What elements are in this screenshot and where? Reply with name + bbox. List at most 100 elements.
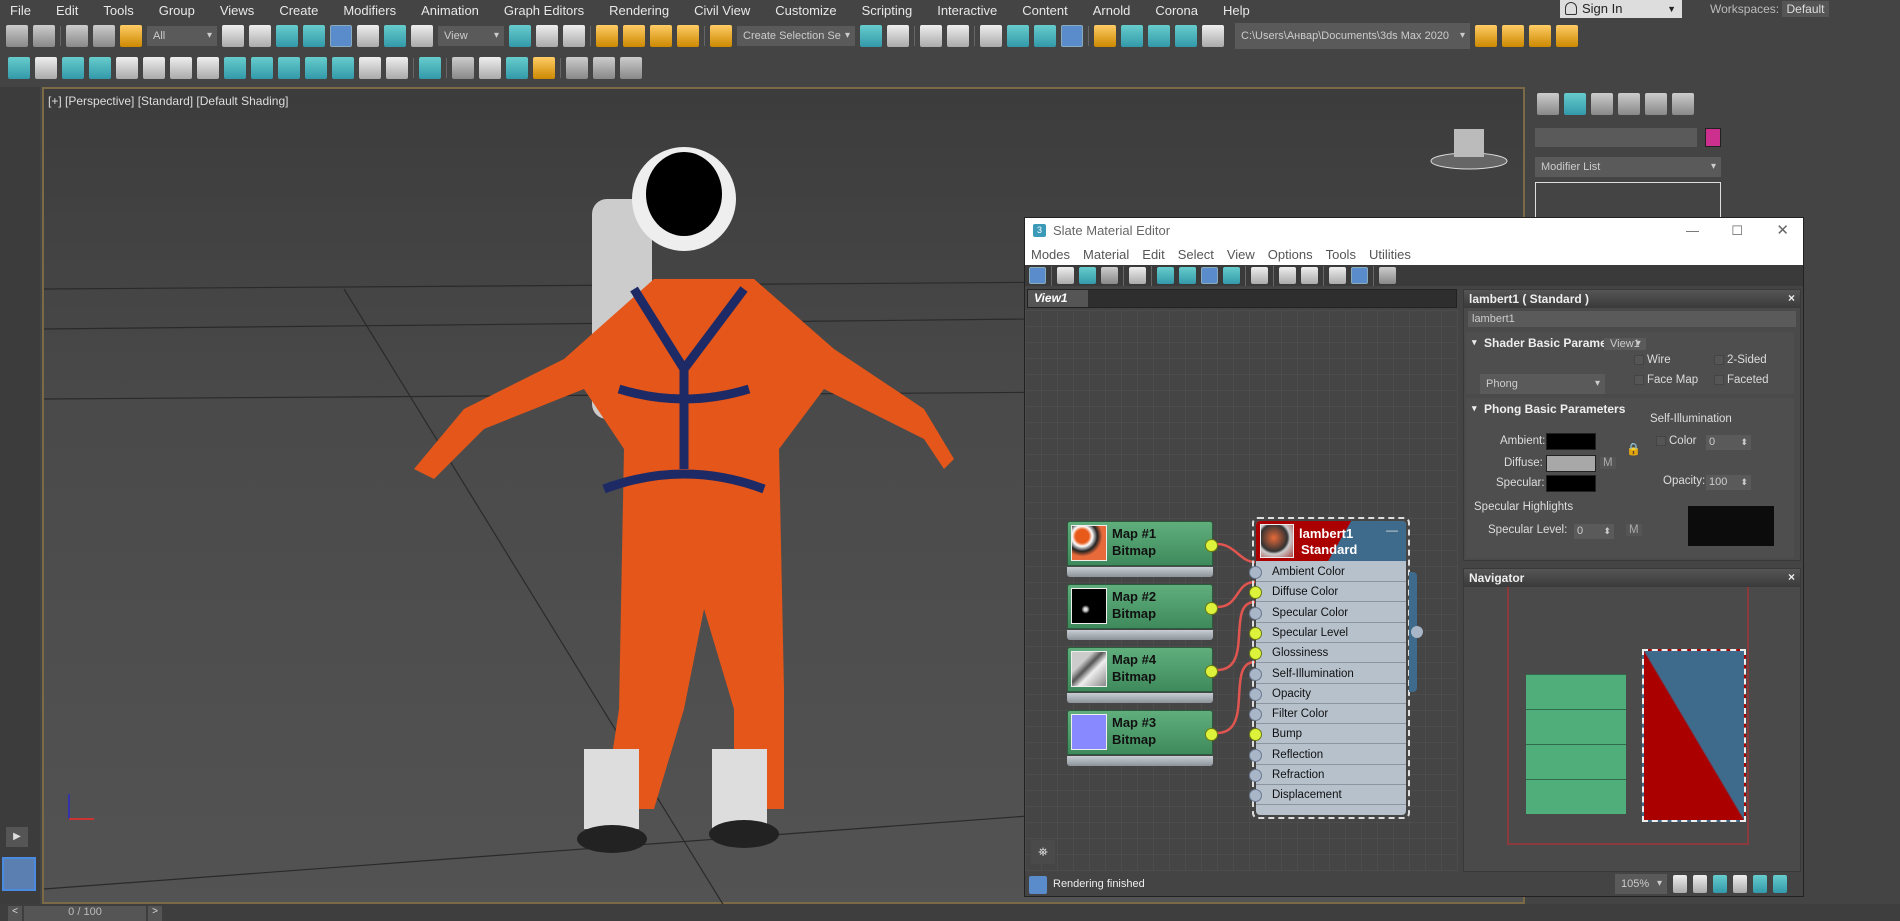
material-slot[interactable]: Diffuse Color xyxy=(1249,582,1406,603)
utilities-tab-icon[interactable] xyxy=(1672,93,1694,115)
sphere-icon[interactable] xyxy=(452,57,474,79)
render-window-icon[interactable] xyxy=(278,57,300,79)
link-icon[interactable] xyxy=(66,25,88,47)
maximize-button[interactable]: ☐ xyxy=(1731,218,1743,243)
show-background-icon[interactable] xyxy=(1223,267,1240,284)
scale-icon[interactable] xyxy=(384,25,406,47)
menu-customize[interactable]: Customize xyxy=(765,3,836,18)
material-id-icon[interactable] xyxy=(1251,267,1268,284)
rect-selection-icon[interactable] xyxy=(276,25,298,47)
manipulate-icon[interactable] xyxy=(536,25,558,47)
time-slider[interactable]: 0 / 100 xyxy=(24,906,146,921)
specular-color-swatch[interactable] xyxy=(1546,475,1596,492)
modify-tab-icon[interactable] xyxy=(1564,93,1586,115)
menu-corona[interactable]: Corona xyxy=(1145,3,1198,18)
curve-editor-icon[interactable] xyxy=(1007,25,1029,47)
spinner-snap-icon[interactable] xyxy=(677,25,699,47)
schematic-view-icon[interactable] xyxy=(1034,25,1056,47)
material-slot[interactable]: Refraction xyxy=(1249,765,1406,785)
pan-icon[interactable] xyxy=(1673,875,1687,893)
zoom-icon[interactable] xyxy=(1693,875,1707,893)
select-object-icon[interactable] xyxy=(222,25,244,47)
menu-arnold[interactable]: Arnold xyxy=(1083,3,1131,18)
map-node[interactable]: Map #3 Bitmap xyxy=(1067,710,1218,766)
material-node-lambert1[interactable]: lambert1 Standard — Ambient Color Diffuse… xyxy=(1249,521,1406,815)
percent-snap-icon[interactable] xyxy=(650,25,672,47)
frame-icon[interactable] xyxy=(332,57,354,79)
face-map-checkbox[interactable]: Face Map xyxy=(1634,374,1698,386)
layout-all-icon[interactable] xyxy=(1279,267,1296,284)
mirror-icon[interactable] xyxy=(860,25,882,47)
menu-scripting[interactable]: Scripting xyxy=(852,3,913,18)
display-icon[interactable] xyxy=(224,57,246,79)
pivot-icon[interactable] xyxy=(509,25,531,47)
material-slot[interactable]: Bump xyxy=(1249,724,1406,745)
reference-coord-dropdown[interactable]: View xyxy=(438,26,504,46)
input-socket[interactable] xyxy=(1249,586,1262,600)
material-map-browser-icon[interactable] xyxy=(1329,267,1346,284)
specular-level-map-button[interactable]: M xyxy=(1626,524,1642,536)
list-icon[interactable] xyxy=(116,57,138,79)
input-socket[interactable] xyxy=(1249,708,1262,722)
material-node-header[interactable]: lambert1 Standard — xyxy=(1256,521,1406,561)
opacity-spinner[interactable]: 100 xyxy=(1706,475,1751,490)
input-socket[interactable] xyxy=(1249,647,1262,661)
layer-explorer-icon[interactable] xyxy=(947,25,969,47)
material-slot[interactable]: Filter Color xyxy=(1249,704,1406,725)
zoom-extents-icon[interactable] xyxy=(1733,875,1747,893)
layout-children-icon[interactable] xyxy=(1301,267,1318,284)
wire-checkbox[interactable]: Wire xyxy=(1634,354,1671,366)
window-crossing-icon[interactable] xyxy=(303,25,325,47)
menu-civil-view[interactable]: Civil View xyxy=(684,3,750,18)
material-slot[interactable]: Reflection xyxy=(1249,745,1406,765)
hide-unused-icon[interactable] xyxy=(1179,267,1196,284)
material-slot[interactable]: Opacity xyxy=(1249,684,1406,704)
input-socket[interactable] xyxy=(1249,789,1262,803)
move-icon[interactable] xyxy=(330,25,352,47)
menu-animation[interactable]: Animation xyxy=(411,3,479,18)
material-slot[interactable]: Displacement xyxy=(1249,785,1406,806)
input-socket[interactable] xyxy=(1249,769,1262,782)
render-setup-icon[interactable] xyxy=(1094,25,1116,47)
unlink-icon[interactable] xyxy=(93,25,115,47)
rotate-icon[interactable] xyxy=(357,25,379,47)
close-panel-icon[interactable]: × xyxy=(1788,291,1795,305)
material-editor-icon[interactable] xyxy=(1061,25,1083,47)
particles-icon[interactable] xyxy=(533,57,555,79)
two-sided-checkbox[interactable]: 2-Sided xyxy=(1714,354,1767,366)
output-socket[interactable] xyxy=(1205,602,1218,615)
window-title-bar[interactable]: 3 Slate Material Editor — ☐ ✕ xyxy=(1025,218,1803,243)
move-children-icon[interactable] xyxy=(1157,267,1174,284)
lock-icon[interactable]: 🔒 xyxy=(1626,442,1641,456)
input-socket[interactable] xyxy=(1249,626,1262,640)
sign-in-button[interactable]: Sign In ▼ xyxy=(1560,0,1682,18)
select-by-name-icon[interactable] xyxy=(249,25,271,47)
menu-interactive[interactable]: Interactive xyxy=(927,3,997,18)
slate-menu-options[interactable]: Options xyxy=(1268,247,1313,262)
menu-tools[interactable]: Tools xyxy=(93,3,133,18)
material-slot[interactable]: Specular Color xyxy=(1249,603,1406,623)
undo-icon[interactable] xyxy=(6,25,28,47)
eyedropper-icon[interactable] xyxy=(1057,267,1074,284)
material-output-socket[interactable] xyxy=(1411,626,1423,638)
eraser-icon[interactable] xyxy=(506,57,528,79)
play-icon[interactable] xyxy=(593,57,615,79)
hierarchy-tab-icon[interactable] xyxy=(1591,93,1613,115)
menu-modifiers[interactable]: Modifiers xyxy=(333,3,396,18)
rollout-title[interactable]: Phong Basic Parameters xyxy=(1466,398,1794,416)
map-node[interactable]: Map #2 Bitmap xyxy=(1067,584,1218,640)
menu-rendering[interactable]: Rendering xyxy=(599,3,669,18)
ambient-color-swatch[interactable] xyxy=(1546,433,1596,450)
light-icon[interactable] xyxy=(8,57,30,79)
snaps-toggle-icon[interactable] xyxy=(596,25,618,47)
output-socket[interactable] xyxy=(1205,728,1218,741)
project-settings-icon[interactable] xyxy=(1475,25,1497,47)
material-slot[interactable]: Ambient Color xyxy=(1249,562,1406,582)
workspaces[interactable]: Workspaces: Default xyxy=(1710,1,1829,17)
modifier-stack[interactable] xyxy=(1535,182,1721,222)
cycle-icon[interactable] xyxy=(197,57,219,79)
project-folder-icon[interactable] xyxy=(1502,25,1524,47)
tree-icon[interactable] xyxy=(89,57,111,79)
angle-snap-icon[interactable] xyxy=(623,25,645,47)
menu-group[interactable]: Group xyxy=(149,3,195,18)
